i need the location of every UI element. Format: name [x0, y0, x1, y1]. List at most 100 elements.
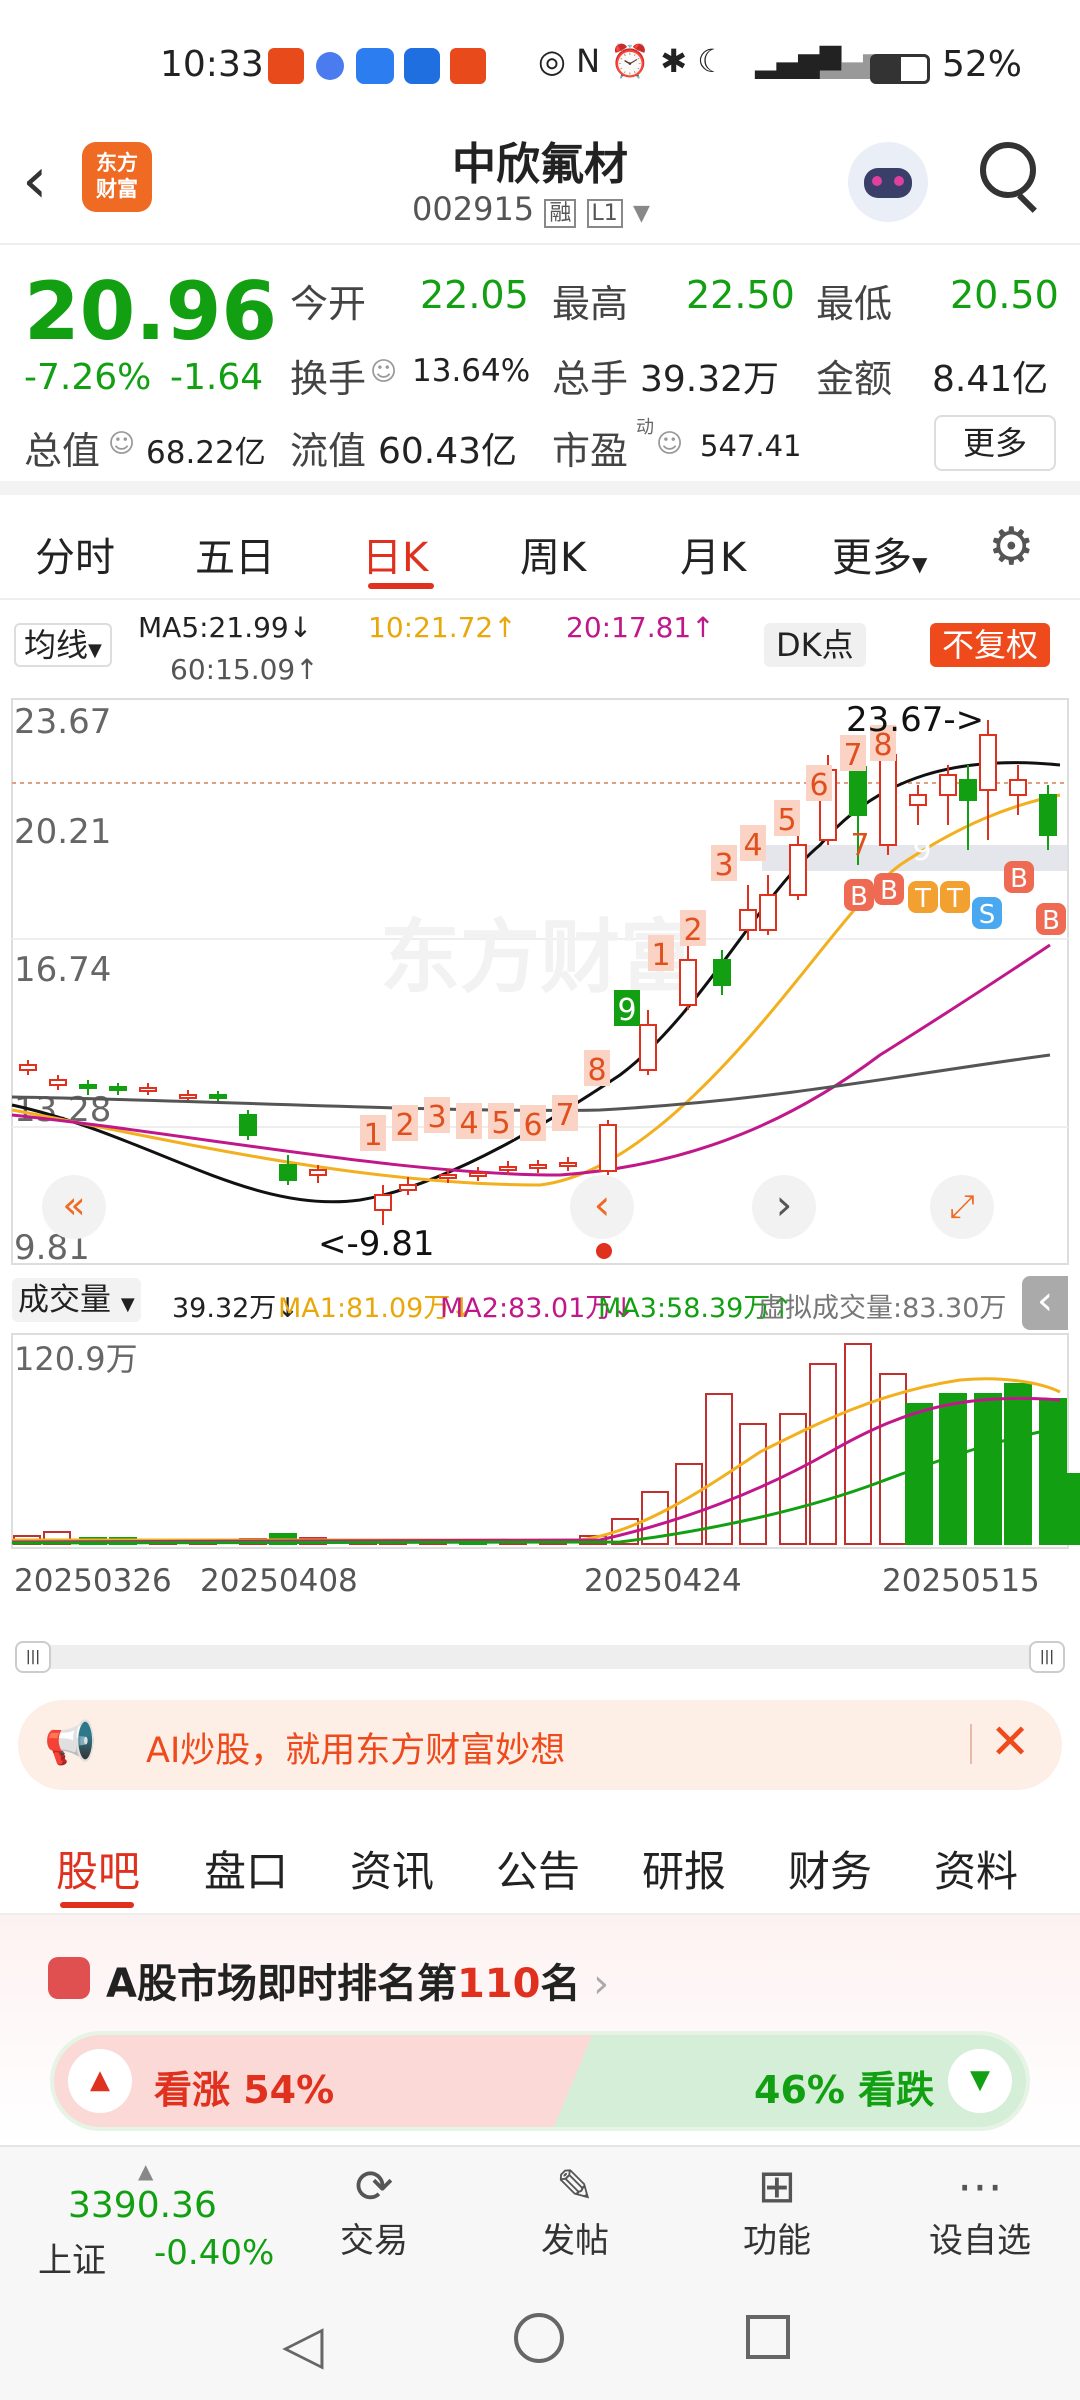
candle-body: [939, 774, 957, 796]
field-label: 今开: [290, 282, 367, 326]
ai-promo-banner[interactable]: 📢 AI炒股，就用东方财富妙想 ✕: [18, 1700, 1062, 1790]
tab-pankou[interactable]: 盘口: [204, 1838, 288, 1899]
tab-weekly-k[interactable]: 周K: [520, 525, 586, 583]
field-label: 流值: [290, 429, 367, 473]
tab-profile[interactable]: 资料: [934, 1838, 1018, 1899]
content-tabs: 股吧 盘口 资讯 公告 研报 财务 资料: [0, 1810, 1080, 1915]
tab-finance[interactable]: 财务: [788, 1838, 872, 1899]
chevron-down-icon: ▼: [632, 201, 650, 226]
candle-body: [679, 959, 697, 1006]
nav-functions[interactable]: ⊞ 功能: [707, 2159, 847, 2262]
more-button[interactable]: 更多: [934, 415, 1056, 471]
ranking-prefix: A股市场即时排名第: [106, 1961, 457, 2007]
recents-square-icon[interactable]: [746, 2315, 790, 2359]
taobao-app-icon: [450, 48, 486, 84]
ranking-text[interactable]: A股市场即时排名第110名 ›: [106, 1951, 609, 2009]
field-label: 市盈: [552, 429, 629, 473]
chevron-right-icon: ›: [580, 1961, 610, 2007]
info-icon[interactable]: ☺: [108, 429, 135, 459]
pe-value: 547.41: [700, 429, 802, 463]
range-handle-left[interactable]: |||: [15, 1641, 51, 1673]
volume-indicator-select[interactable]: 成交量 ▼: [12, 1278, 141, 1322]
volume-bar: [739, 1423, 767, 1545]
signal-marker: B: [1042, 906, 1060, 936]
candle-body: [789, 844, 807, 896]
home-circle-icon[interactable]: [514, 2313, 564, 2363]
nav-post[interactable]: ✎ 发帖: [505, 2159, 645, 2262]
dk-point-button[interactable]: DK点: [764, 623, 866, 667]
tab-announcements[interactable]: 公告: [496, 1838, 580, 1899]
tab-monthly-k[interactable]: 月K: [680, 525, 746, 583]
bullish-button[interactable]: ▲: [68, 2049, 132, 2113]
candle-body: [713, 959, 731, 986]
price-adjust-button[interactable]: 不复权: [930, 623, 1051, 667]
date-axis: 20250326 20250408 20250424 20250515: [0, 1555, 1080, 1615]
signal-marker: T: [946, 884, 963, 914]
field-label: 最低: [816, 282, 893, 326]
nav-trade[interactable]: ⟳ 交易: [304, 2159, 444, 2262]
ma10-value: 10:21.72↑: [368, 611, 517, 644]
volume-bar: [1057, 1473, 1080, 1545]
info-icon[interactable]: ☺: [656, 429, 683, 459]
candlestick-chart[interactable]: 东方财富 23.67 20.21 16.74 13.28 9.81 123456…: [0, 695, 1080, 1270]
close-icon[interactable]: ✕: [990, 1714, 1030, 1770]
subtab-underline: [60, 1902, 134, 1908]
td-number: 5: [777, 803, 796, 838]
index-value: 3390.36: [68, 2185, 217, 2226]
collapse-panel-icon[interactable]: ‹: [1022, 1276, 1068, 1330]
current-price: 20.96: [24, 265, 278, 358]
settings-gear-icon[interactable]: ⚙: [988, 517, 1035, 577]
banner-text: AI炒股，就用东方财富妙想: [146, 1731, 566, 1771]
back-triangle-icon[interactable]: ◁: [282, 2313, 324, 2376]
pe-superscript: 动: [636, 417, 654, 438]
ai-robot-avatar[interactable]: [848, 142, 928, 222]
tab-more[interactable]: 更多▼: [832, 525, 927, 583]
ranking-number: 110: [456, 1961, 541, 2007]
indicator-label: 均线: [24, 626, 89, 664]
candle-body: [209, 1094, 227, 1099]
candle-body: [139, 1087, 157, 1092]
fullscreen-icon[interactable]: ⤢: [930, 1175, 994, 1239]
volume-legend: 成交量 ▼ 39.32万↓ MA1:81.09万↓ MA2:83.01万↓ MA…: [0, 1270, 1080, 1332]
chevron-down-icon: ▼: [912, 552, 928, 576]
volume-bar: [705, 1393, 733, 1545]
volume-chart[interactable]: 120.9万: [0, 1332, 1080, 1552]
range-handle-right[interactable]: |||: [1029, 1641, 1065, 1673]
chart-prev-button[interactable]: ‹: [570, 1175, 634, 1239]
tab-research[interactable]: 研报: [642, 1838, 726, 1899]
bearish-button[interactable]: ▼: [948, 2049, 1012, 2113]
candle-body: [599, 1124, 617, 1172]
change-percent: -7.26%: [24, 357, 152, 398]
stock-code-row[interactable]: 002915 融 L1 ▼: [412, 190, 650, 228]
search-icon[interactable]: [980, 142, 1036, 198]
signal-marker: B: [850, 882, 868, 912]
candle-body: [1009, 779, 1027, 796]
chart-start-button[interactable]: «: [42, 1175, 106, 1239]
ranking-icon: [48, 1957, 90, 1999]
tab-daily-k[interactable]: 日K: [362, 525, 428, 583]
info-icon[interactable]: ☺: [370, 357, 397, 387]
candle-body: [279, 1164, 297, 1181]
nav-add-watchlist[interactable]: ⋯ 设自选: [910, 2159, 1050, 2262]
td-number: 2: [395, 1108, 414, 1143]
td-number: 6: [809, 768, 828, 803]
nav-functions-label: 功能: [743, 2221, 811, 2261]
virtual-volume: 虚拟成交量:83.30万: [758, 1293, 1007, 1324]
tab-news[interactable]: 资讯: [350, 1838, 434, 1899]
td-number: 3: [427, 1100, 446, 1135]
candle-body: [239, 1114, 257, 1136]
field-label: 换手: [290, 357, 367, 401]
candle-body: [909, 794, 927, 806]
index-quote[interactable]: ▲ 3390.36 上证 -0.40%: [20, 2159, 280, 2281]
tab-intraday[interactable]: 分时: [35, 525, 115, 583]
candle-body: [529, 1164, 547, 1169]
low-value: 20.50: [950, 273, 1059, 317]
volume-value: 39.32万: [640, 359, 780, 400]
tab-guba[interactable]: 股吧: [56, 1838, 140, 1899]
chart-range-scrollbar[interactable]: ||| |||: [15, 1641, 1065, 1673]
candle-body: [469, 1172, 487, 1177]
indicator-select[interactable]: 均线▼: [14, 623, 112, 667]
tab-five-day[interactable]: 五日: [195, 525, 275, 583]
chart-next-button[interactable]: ›: [752, 1175, 816, 1239]
market-cap-value: 68.22亿: [146, 435, 266, 471]
